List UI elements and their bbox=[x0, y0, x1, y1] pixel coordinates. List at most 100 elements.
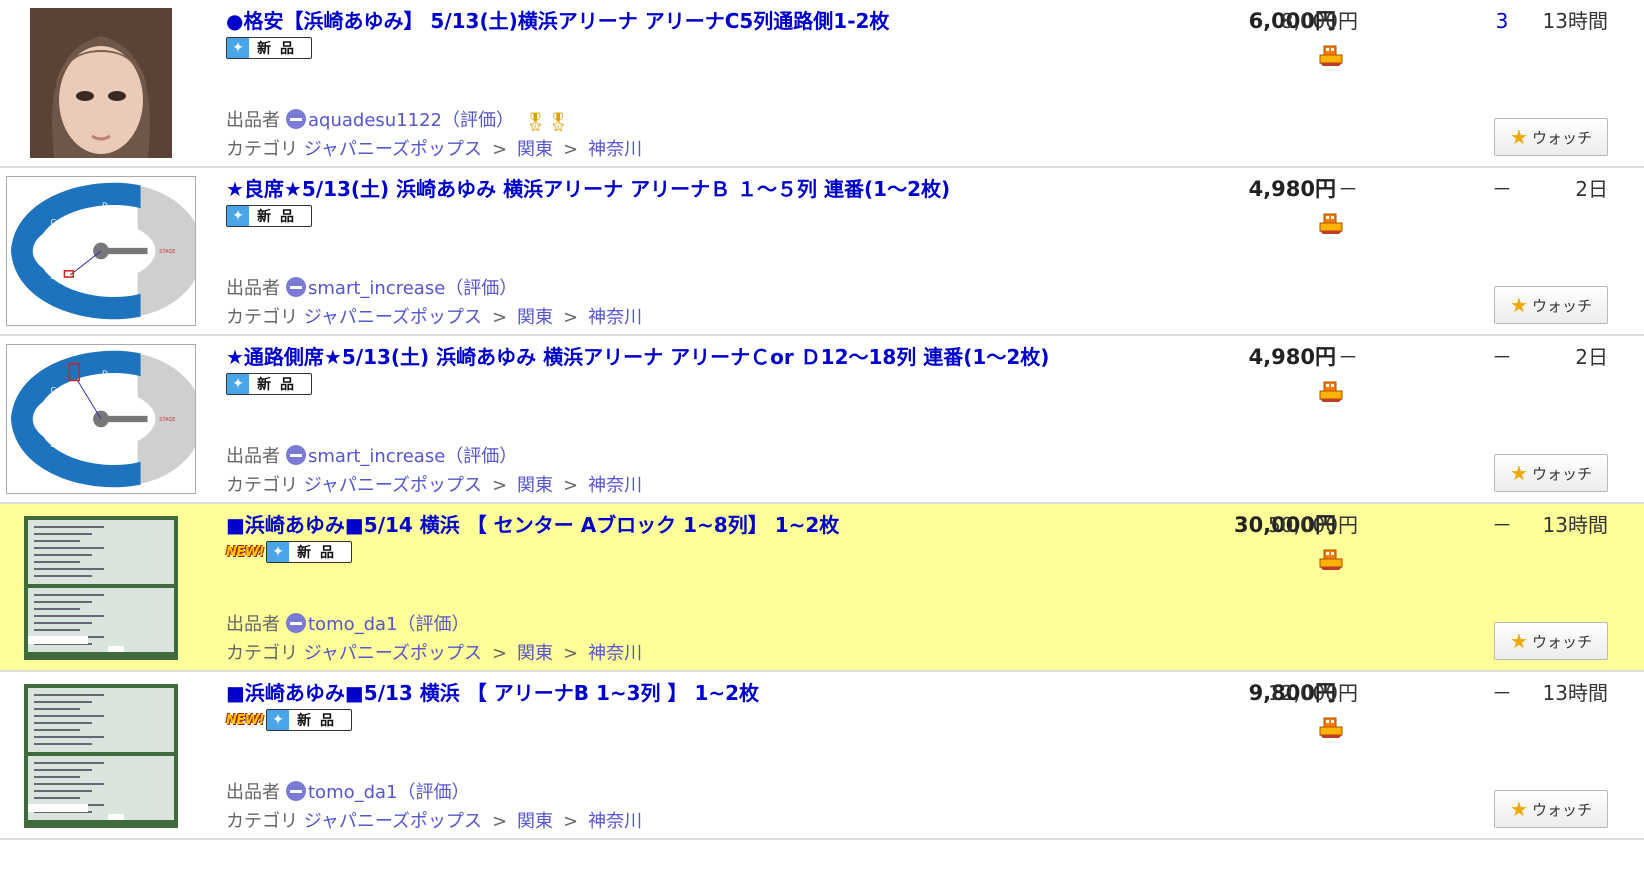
category-link-genre[interactable]: ジャパニーズポップス bbox=[304, 307, 482, 328]
seller-id-link[interactable]: smart_increase bbox=[308, 278, 445, 299]
seller-line: 出品者 smart_increase（評価） bbox=[226, 276, 517, 302]
category-line: カテゴリ ジャパニーズポップス > 関東 > 神奈川 bbox=[226, 473, 642, 499]
seller-id-link[interactable]: aquadesu1122 bbox=[308, 110, 442, 131]
auction-item-row: ■浜崎あゆみ■5/14 横浜 【 センター Aブロック 1~8列】 1~2枚 N… bbox=[0, 504, 1644, 672]
seller-line: 出品者 tomo_da1（評価） bbox=[226, 780, 470, 806]
item-thumbnail[interactable] bbox=[30, 8, 172, 158]
rating-minus-icon bbox=[286, 109, 306, 129]
sparkle-icon: ✦ bbox=[267, 710, 289, 730]
item-title-link[interactable]: ■浜崎あゆみ■5/13 横浜 【 アリーナB 1~3列 】 1~2枚 bbox=[226, 680, 1226, 706]
star-icon: ★ bbox=[1510, 293, 1528, 317]
category-label: カテゴリ bbox=[226, 307, 298, 328]
category-link-region[interactable]: 関東 bbox=[517, 811, 553, 832]
seller-id-link[interactable]: tomo_da1 bbox=[308, 782, 398, 803]
category-link-region[interactable]: 関東 bbox=[517, 307, 553, 328]
seller-label: 出品者 bbox=[226, 614, 280, 635]
category-separator: > bbox=[491, 139, 508, 160]
time-left: 2日 bbox=[1575, 177, 1608, 201]
seller-rating-link[interactable]: （評価） bbox=[442, 110, 514, 131]
buy-now-price: － bbox=[1338, 177, 1358, 201]
item-title-link[interactable]: ●格安【浜崎あゆみ】 5/13(土)横浜アリーナ アリーナC5列通路側1-2枚 bbox=[226, 8, 1226, 34]
watch-button[interactable]: ★ ウォッチ bbox=[1494, 118, 1608, 156]
category-link-region[interactable]: 関東 bbox=[517, 475, 553, 496]
seller-id-link[interactable]: tomo_da1 bbox=[308, 614, 398, 635]
seller-line: 出品者 tomo_da1（評価） bbox=[226, 612, 470, 638]
watch-button[interactable]: ★ ウォッチ bbox=[1494, 286, 1608, 324]
category-link-genre[interactable]: ジャパニーズポップス bbox=[304, 139, 482, 160]
auction-item-list: ●格安【浜崎あゆみ】 5/13(土)横浜アリーナ アリーナC5列通路側1-2枚 … bbox=[0, 0, 1644, 880]
new-condition-badge: ✦ 新品 bbox=[226, 37, 312, 59]
condition-label: 新品 bbox=[257, 377, 303, 393]
condition-label: 新品 bbox=[257, 41, 303, 57]
category-line: カテゴリ ジャパニーズポップス > 関東 > 神奈川 bbox=[226, 641, 642, 667]
time-left: 13時間 bbox=[1542, 9, 1608, 33]
seller-id-link[interactable]: smart_increase bbox=[308, 446, 445, 467]
item-thumbnail[interactable]: D C B A STAGE bbox=[6, 344, 196, 494]
category-link-prefecture[interactable]: 神奈川 bbox=[588, 643, 642, 664]
category-separator: > bbox=[563, 643, 579, 664]
seller-label: 出品者 bbox=[226, 782, 280, 803]
item-thumbnail[interactable] bbox=[24, 684, 178, 828]
seat-block-label: D bbox=[102, 368, 108, 378]
category-link-genre[interactable]: ジャパニーズポップス bbox=[304, 643, 482, 664]
seat-block-label: D bbox=[102, 200, 108, 210]
item-thumbnail[interactable]: D C B A STAGE bbox=[6, 176, 196, 326]
buy-now-price: 8,000円 bbox=[1280, 9, 1358, 33]
item-title-link[interactable]: ★通路側席★5/13(土) 浜崎あゆみ 横浜アリーナ アリーナＣor Ｄ12～1… bbox=[226, 344, 1226, 370]
category-separator: > bbox=[491, 643, 508, 664]
watch-label: ウォッチ bbox=[1531, 296, 1592, 315]
seat-block-label: B bbox=[51, 271, 56, 281]
category-link-genre[interactable]: ジャパニーズポップス bbox=[304, 811, 482, 832]
shipping-icon bbox=[1319, 213, 1343, 234]
sparkle-icon: ✦ bbox=[227, 206, 249, 226]
watch-label: ウォッチ bbox=[1531, 464, 1592, 483]
category-line: カテゴリ ジャパニーズポップス > 関東 > 神奈川 bbox=[226, 305, 642, 331]
watch-button[interactable]: ★ ウォッチ bbox=[1494, 622, 1608, 660]
watch-label: ウォッチ bbox=[1531, 128, 1592, 147]
watch-button[interactable]: ★ ウォッチ bbox=[1494, 454, 1608, 492]
auction-item-row: ■浜崎あゆみ■5/13 横浜 【 アリーナB 1~3列 】 1~2枚 NEW! … bbox=[0, 672, 1644, 840]
item-thumbnail[interactable] bbox=[24, 516, 178, 660]
bid-count: － bbox=[1492, 345, 1512, 369]
category-label: カテゴリ bbox=[226, 643, 298, 664]
shipping-icon bbox=[1319, 381, 1343, 402]
item-title-link[interactable]: ■浜崎あゆみ■5/14 横浜 【 センター Aブロック 1~8列】 1~2枚 bbox=[226, 512, 1226, 538]
seller-rating-link[interactable]: （評価） bbox=[445, 278, 517, 299]
condition-label: 新品 bbox=[257, 209, 303, 225]
ticket-photo-image bbox=[24, 684, 178, 828]
star-icon: ★ bbox=[1510, 797, 1528, 821]
seller-rating-link[interactable]: （評価） bbox=[398, 782, 470, 803]
seller-line: 出品者 smart_increase（評価） bbox=[226, 444, 517, 470]
bid-count[interactable]: 3 bbox=[1484, 8, 1520, 34]
category-link-prefecture[interactable]: 神奈川 bbox=[588, 475, 642, 496]
category-link-prefecture[interactable]: 神奈川 bbox=[588, 307, 642, 328]
category-link-region[interactable]: 関東 bbox=[517, 139, 553, 160]
category-separator: > bbox=[563, 811, 579, 832]
seller-rating-link[interactable]: （評価） bbox=[445, 446, 517, 467]
seller-rating-link[interactable]: （評価） bbox=[398, 614, 470, 635]
item-title-link[interactable]: ★良席★5/13(土) 浜崎あゆみ 横浜アリーナ アリーナＢ １～５列 連番(1… bbox=[226, 176, 1226, 202]
rating-minus-icon bbox=[286, 277, 306, 297]
rating-minus-icon bbox=[286, 781, 306, 801]
star-icon: ★ bbox=[1510, 125, 1528, 149]
category-link-region[interactable]: 関東 bbox=[517, 643, 553, 664]
category-link-prefecture[interactable]: 神奈川 bbox=[588, 811, 642, 832]
bid-count: － bbox=[1492, 681, 1512, 705]
shipping-icon bbox=[1319, 45, 1343, 66]
watch-label: ウォッチ bbox=[1531, 632, 1592, 651]
star-icon: ★ bbox=[1510, 629, 1528, 653]
seating-chart-image: D C B A STAGE bbox=[7, 177, 195, 325]
seat-block-label: A bbox=[102, 451, 108, 461]
condition-label: 新品 bbox=[297, 713, 343, 729]
seat-block-label: B bbox=[51, 439, 56, 449]
new-condition-badge: ✦ 新品 bbox=[226, 373, 312, 395]
category-link-genre[interactable]: ジャパニーズポップス bbox=[304, 475, 482, 496]
category-label: カテゴリ bbox=[226, 811, 298, 832]
category-link-prefecture[interactable]: 神奈川 bbox=[588, 139, 642, 160]
new-condition-badge: ✦ 新品 bbox=[266, 709, 352, 731]
shipping-icon bbox=[1319, 717, 1343, 738]
watch-button[interactable]: ★ ウォッチ bbox=[1494, 790, 1608, 828]
sparkle-icon: ✦ bbox=[227, 374, 249, 394]
auction-item-row: ●格安【浜崎あゆみ】 5/13(土)横浜アリーナ アリーナC5列通路側1-2枚 … bbox=[0, 0, 1644, 168]
bid-count: － bbox=[1492, 177, 1512, 201]
